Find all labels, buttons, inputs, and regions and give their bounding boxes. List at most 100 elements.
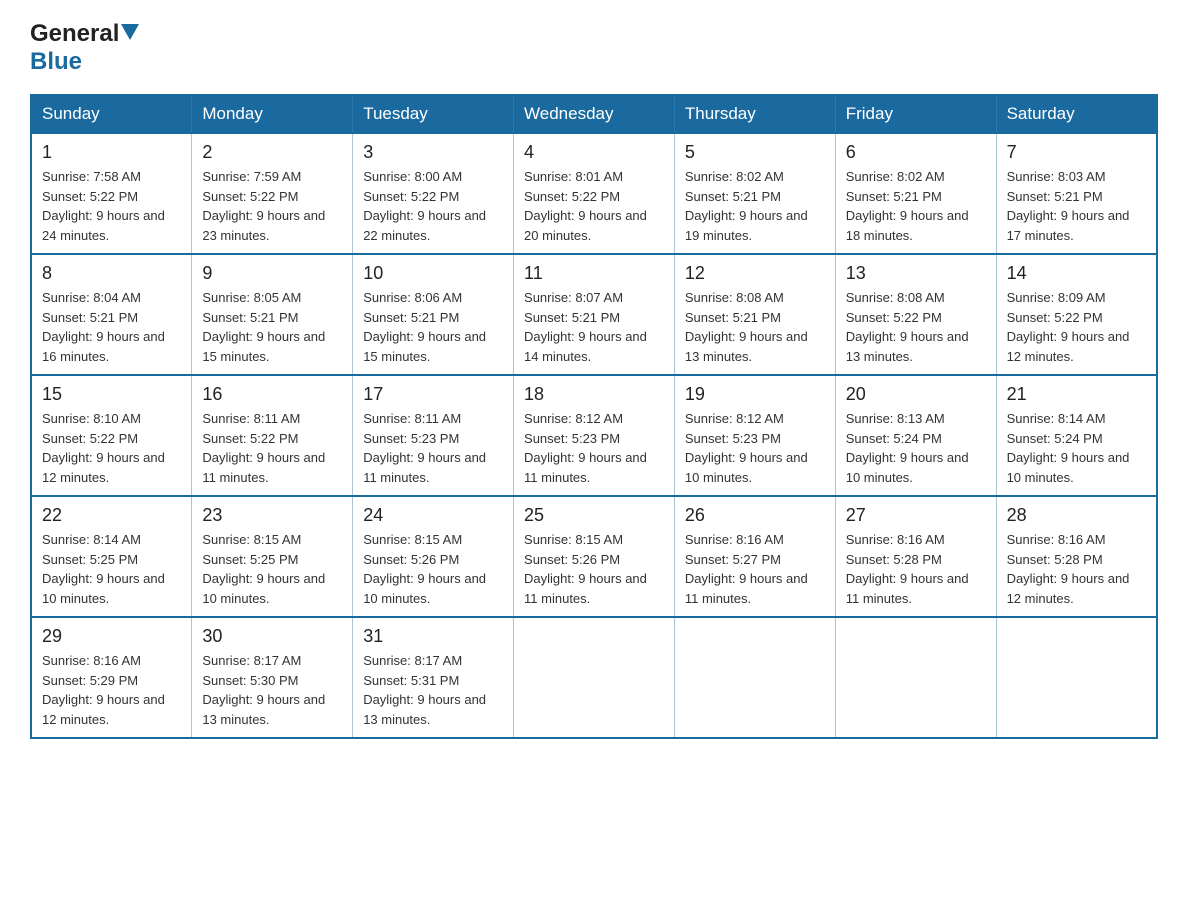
day-number: 3 <box>363 142 503 163</box>
day-number: 9 <box>202 263 342 284</box>
day-number: 2 <box>202 142 342 163</box>
day-info: Sunrise: 8:05 AM Sunset: 5:21 PM Dayligh… <box>202 288 342 366</box>
day-info: Sunrise: 8:12 AM Sunset: 5:23 PM Dayligh… <box>685 409 825 487</box>
day-info: Sunrise: 8:17 AM Sunset: 5:31 PM Dayligh… <box>363 651 503 729</box>
day-number: 29 <box>42 626 181 647</box>
day-number: 23 <box>202 505 342 526</box>
day-info: Sunrise: 8:08 AM Sunset: 5:22 PM Dayligh… <box>846 288 986 366</box>
calendar-cell: 30 Sunrise: 8:17 AM Sunset: 5:30 PM Dayl… <box>192 617 353 738</box>
day-number: 10 <box>363 263 503 284</box>
calendar-cell: 23 Sunrise: 8:15 AM Sunset: 5:25 PM Dayl… <box>192 496 353 617</box>
day-number: 27 <box>846 505 986 526</box>
calendar-week-row: 8 Sunrise: 8:04 AM Sunset: 5:21 PM Dayli… <box>31 254 1157 375</box>
calendar-week-row: 15 Sunrise: 8:10 AM Sunset: 5:22 PM Dayl… <box>31 375 1157 496</box>
calendar-week-row: 22 Sunrise: 8:14 AM Sunset: 5:25 PM Dayl… <box>31 496 1157 617</box>
logo: General Blue <box>30 20 139 76</box>
calendar-cell: 25 Sunrise: 8:15 AM Sunset: 5:26 PM Dayl… <box>514 496 675 617</box>
day-number: 19 <box>685 384 825 405</box>
day-number: 6 <box>846 142 986 163</box>
calendar-header-row: SundayMondayTuesdayWednesdayThursdayFrid… <box>31 95 1157 133</box>
calendar-cell: 13 Sunrise: 8:08 AM Sunset: 5:22 PM Dayl… <box>835 254 996 375</box>
day-number: 24 <box>363 505 503 526</box>
calendar-cell <box>514 617 675 738</box>
day-number: 16 <box>202 384 342 405</box>
day-info: Sunrise: 8:03 AM Sunset: 5:21 PM Dayligh… <box>1007 167 1146 245</box>
calendar-week-row: 29 Sunrise: 8:16 AM Sunset: 5:29 PM Dayl… <box>31 617 1157 738</box>
day-info: Sunrise: 8:07 AM Sunset: 5:21 PM Dayligh… <box>524 288 664 366</box>
day-number: 28 <box>1007 505 1146 526</box>
page-header: General Blue <box>30 20 1158 76</box>
day-info: Sunrise: 8:11 AM Sunset: 5:23 PM Dayligh… <box>363 409 503 487</box>
day-info: Sunrise: 8:16 AM Sunset: 5:28 PM Dayligh… <box>846 530 986 608</box>
day-info: Sunrise: 8:02 AM Sunset: 5:21 PM Dayligh… <box>685 167 825 245</box>
day-number: 14 <box>1007 263 1146 284</box>
day-number: 30 <box>202 626 342 647</box>
calendar-cell <box>674 617 835 738</box>
calendar-cell: 10 Sunrise: 8:06 AM Sunset: 5:21 PM Dayl… <box>353 254 514 375</box>
day-number: 20 <box>846 384 986 405</box>
calendar-cell: 14 Sunrise: 8:09 AM Sunset: 5:22 PM Dayl… <box>996 254 1157 375</box>
calendar-cell: 9 Sunrise: 8:05 AM Sunset: 5:21 PM Dayli… <box>192 254 353 375</box>
day-info: Sunrise: 8:10 AM Sunset: 5:22 PM Dayligh… <box>42 409 181 487</box>
day-info: Sunrise: 8:11 AM Sunset: 5:22 PM Dayligh… <box>202 409 342 487</box>
calendar-cell: 16 Sunrise: 8:11 AM Sunset: 5:22 PM Dayl… <box>192 375 353 496</box>
day-info: Sunrise: 8:02 AM Sunset: 5:21 PM Dayligh… <box>846 167 986 245</box>
day-number: 8 <box>42 263 181 284</box>
day-number: 21 <box>1007 384 1146 405</box>
day-info: Sunrise: 8:01 AM Sunset: 5:22 PM Dayligh… <box>524 167 664 245</box>
day-number: 15 <box>42 384 181 405</box>
day-number: 17 <box>363 384 503 405</box>
day-info: Sunrise: 8:04 AM Sunset: 5:21 PM Dayligh… <box>42 288 181 366</box>
calendar-cell: 4 Sunrise: 8:01 AM Sunset: 5:22 PM Dayli… <box>514 133 675 254</box>
weekday-header: Sunday <box>31 95 192 133</box>
day-info: Sunrise: 8:13 AM Sunset: 5:24 PM Dayligh… <box>846 409 986 487</box>
day-number: 22 <box>42 505 181 526</box>
calendar-cell: 17 Sunrise: 8:11 AM Sunset: 5:23 PM Dayl… <box>353 375 514 496</box>
calendar-cell: 24 Sunrise: 8:15 AM Sunset: 5:26 PM Dayl… <box>353 496 514 617</box>
calendar-cell: 5 Sunrise: 8:02 AM Sunset: 5:21 PM Dayli… <box>674 133 835 254</box>
calendar-week-row: 1 Sunrise: 7:58 AM Sunset: 5:22 PM Dayli… <box>31 133 1157 254</box>
calendar-cell: 2 Sunrise: 7:59 AM Sunset: 5:22 PM Dayli… <box>192 133 353 254</box>
calendar-cell: 26 Sunrise: 8:16 AM Sunset: 5:27 PM Dayl… <box>674 496 835 617</box>
day-info: Sunrise: 8:14 AM Sunset: 5:24 PM Dayligh… <box>1007 409 1146 487</box>
day-number: 26 <box>685 505 825 526</box>
calendar-cell: 31 Sunrise: 8:17 AM Sunset: 5:31 PM Dayl… <box>353 617 514 738</box>
calendar-cell <box>996 617 1157 738</box>
weekday-header: Thursday <box>674 95 835 133</box>
day-info: Sunrise: 7:58 AM Sunset: 5:22 PM Dayligh… <box>42 167 181 245</box>
day-info: Sunrise: 8:16 AM Sunset: 5:29 PM Dayligh… <box>42 651 181 729</box>
day-number: 11 <box>524 263 664 284</box>
calendar-cell: 27 Sunrise: 8:16 AM Sunset: 5:28 PM Dayl… <box>835 496 996 617</box>
calendar-cell: 12 Sunrise: 8:08 AM Sunset: 5:21 PM Dayl… <box>674 254 835 375</box>
day-number: 5 <box>685 142 825 163</box>
weekday-header: Monday <box>192 95 353 133</box>
calendar-cell: 1 Sunrise: 7:58 AM Sunset: 5:22 PM Dayli… <box>31 133 192 254</box>
day-info: Sunrise: 8:16 AM Sunset: 5:28 PM Dayligh… <box>1007 530 1146 608</box>
day-info: Sunrise: 8:14 AM Sunset: 5:25 PM Dayligh… <box>42 530 181 608</box>
day-info: Sunrise: 8:17 AM Sunset: 5:30 PM Dayligh… <box>202 651 342 729</box>
weekday-header: Tuesday <box>353 95 514 133</box>
calendar-cell: 3 Sunrise: 8:00 AM Sunset: 5:22 PM Dayli… <box>353 133 514 254</box>
day-number: 13 <box>846 263 986 284</box>
day-info: Sunrise: 8:16 AM Sunset: 5:27 PM Dayligh… <box>685 530 825 608</box>
calendar-table: SundayMondayTuesdayWednesdayThursdayFrid… <box>30 94 1158 739</box>
calendar-cell: 8 Sunrise: 8:04 AM Sunset: 5:21 PM Dayli… <box>31 254 192 375</box>
day-number: 18 <box>524 384 664 405</box>
calendar-cell: 19 Sunrise: 8:12 AM Sunset: 5:23 PM Dayl… <box>674 375 835 496</box>
day-number: 1 <box>42 142 181 163</box>
calendar-cell: 11 Sunrise: 8:07 AM Sunset: 5:21 PM Dayl… <box>514 254 675 375</box>
calendar-cell: 15 Sunrise: 8:10 AM Sunset: 5:22 PM Dayl… <box>31 375 192 496</box>
day-number: 4 <box>524 142 664 163</box>
day-info: Sunrise: 8:00 AM Sunset: 5:22 PM Dayligh… <box>363 167 503 245</box>
day-number: 31 <box>363 626 503 647</box>
calendar-cell: 29 Sunrise: 8:16 AM Sunset: 5:29 PM Dayl… <box>31 617 192 738</box>
calendar-cell: 6 Sunrise: 8:02 AM Sunset: 5:21 PM Dayli… <box>835 133 996 254</box>
weekday-header: Saturday <box>996 95 1157 133</box>
day-info: Sunrise: 8:08 AM Sunset: 5:21 PM Dayligh… <box>685 288 825 366</box>
day-info: Sunrise: 8:15 AM Sunset: 5:25 PM Dayligh… <box>202 530 342 608</box>
logo-general-text: General <box>30 20 119 48</box>
day-info: Sunrise: 8:15 AM Sunset: 5:26 PM Dayligh… <box>524 530 664 608</box>
weekday-header: Wednesday <box>514 95 675 133</box>
calendar-cell: 22 Sunrise: 8:14 AM Sunset: 5:25 PM Dayl… <box>31 496 192 617</box>
day-info: Sunrise: 8:06 AM Sunset: 5:21 PM Dayligh… <box>363 288 503 366</box>
